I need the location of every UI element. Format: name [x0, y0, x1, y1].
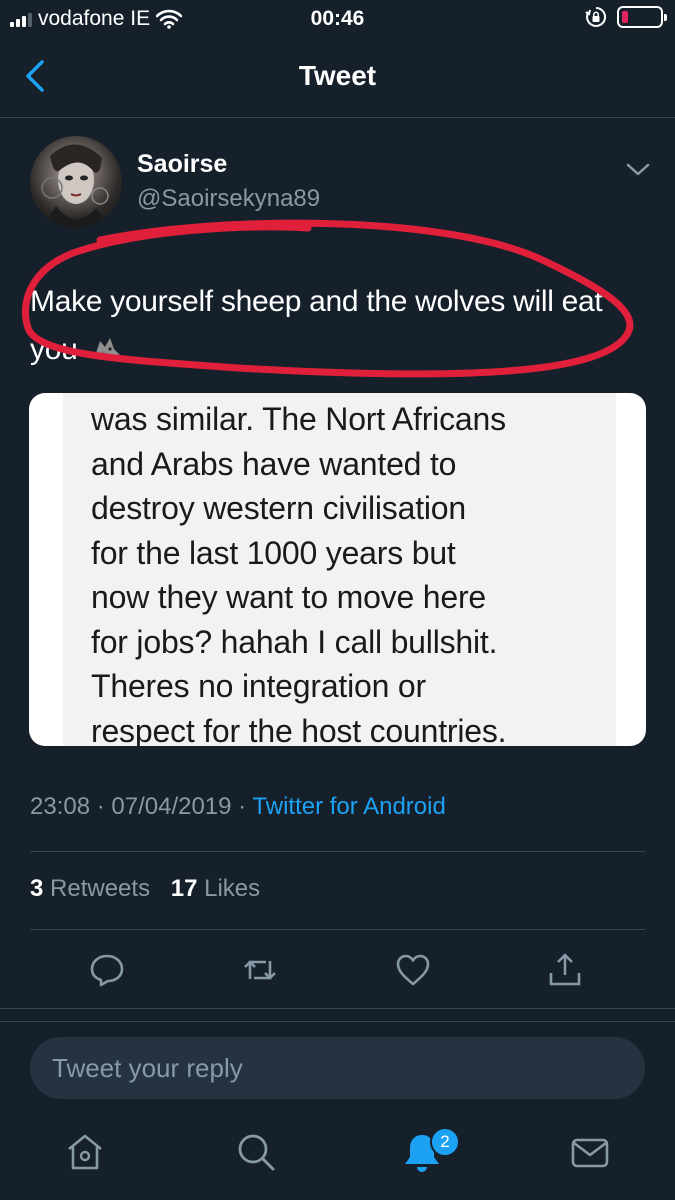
likes-stat[interactable]: 17 Likes: [171, 875, 260, 902]
home-icon[interactable]: [63, 1130, 107, 1174]
tweet-image[interactable]: was similar. The Nort Africans and Arabs…: [29, 393, 646, 746]
likes-count: 17: [170, 875, 198, 902]
navigation-bar: Tweet: [0, 38, 675, 118]
battery-icon: [617, 6, 667, 28]
reply-input[interactable]: Tweet your reply: [30, 1037, 645, 1099]
avatar-art: [41, 144, 110, 228]
tweet-text: Make yourself sheep and the wolves will …: [30, 278, 645, 374]
page-title: Tweet: [298, 60, 377, 91]
retweets-stat[interactable]: 3 Retweets: [30, 875, 150, 902]
status-bar-right: [585, 6, 667, 28]
likes-label: Likes: [204, 875, 261, 902]
retweet-icon[interactable]: [241, 951, 279, 989]
author-name[interactable]: Saoirse: [137, 150, 227, 179]
tweet-image-content: was similar. The Nort Africans and Arabs…: [63, 393, 616, 746]
reply-icon[interactable]: [88, 951, 126, 989]
divider: [30, 851, 645, 852]
chevron-down-icon[interactable]: [623, 158, 653, 182]
messages-icon[interactable]: [568, 1130, 612, 1174]
status-bar: vodafone IE 00:46: [0, 0, 675, 38]
divider: [30, 929, 645, 930]
wolf-emoji-icon: [93, 338, 120, 360]
retweets-label: Retweets: [50, 875, 151, 902]
author-handle[interactable]: @Saoirsekyna89: [137, 185, 320, 213]
tweet-timestamp: 23:08 · 07/04/2019 ·: [30, 793, 253, 820]
tab-bar: [0, 1110, 675, 1200]
image-text-line: for the last 1000 years but: [91, 534, 456, 571]
retweets-count: 3: [30, 875, 44, 902]
image-text: was similar. The Nort Africans and Arabs…: [91, 397, 631, 746]
tweet-stats: 3 Retweets 17 Likes: [30, 875, 274, 903]
orientation-lock-icon: [585, 6, 607, 27]
image-text-line: for jobs? hahah I call bullshit.: [91, 623, 498, 660]
divider: [0, 1008, 675, 1009]
image-text-line: destroy western civilisation: [91, 490, 466, 526]
image-text-line: Theres no integration or: [91, 668, 426, 704]
status-time: 00:46: [310, 7, 365, 30]
tweet-source-link[interactable]: Twitter for Android: [252, 793, 445, 820]
like-icon[interactable]: [394, 951, 432, 989]
search-icon[interactable]: [234, 1130, 278, 1174]
divider: [0, 1021, 675, 1022]
avatar[interactable]: [30, 136, 122, 228]
image-text-line: now they want to move here: [91, 579, 487, 615]
notification-badge: 2: [430, 1127, 460, 1157]
image-text-line: was similar. The Nort Africans: [91, 401, 506, 437]
image-text-line: and Arabs have wanted to: [91, 445, 457, 482]
image-text-line: respect for the host countries.: [91, 712, 507, 747]
tweet-actions: [0, 945, 675, 995]
share-icon[interactable]: [546, 951, 584, 989]
tweet-meta: 23:08 · 07/04/2019 · Twitter for Android: [30, 793, 446, 821]
